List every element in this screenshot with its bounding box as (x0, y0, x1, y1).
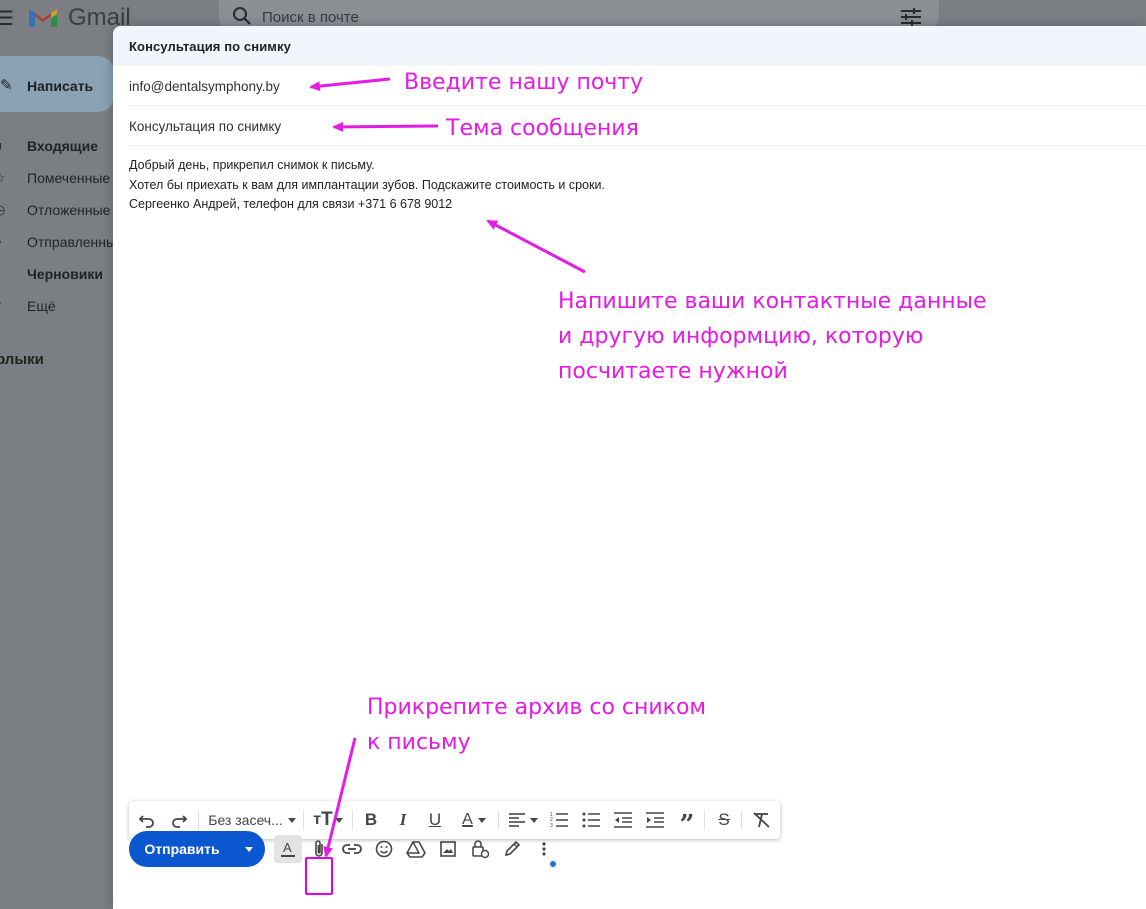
compose-header[interactable]: Консультация по снимку (113, 26, 1146, 66)
send-button[interactable]: Отправить (129, 831, 235, 867)
toolbar-divider (704, 810, 705, 830)
main-menu-icon[interactable]: ☰ (0, 6, 14, 31)
formatting-options-icon[interactable]: A (274, 835, 302, 863)
toolbar-divider (352, 810, 353, 830)
chevron-down-icon (245, 846, 253, 852)
font-family-select[interactable]: Без засеч... (205, 808, 299, 832)
underline-icon[interactable]: U (423, 808, 447, 832)
indent-less-icon[interactable] (611, 808, 635, 832)
annotation-attach: Прикрепите архив со сником к письму (367, 690, 706, 760)
annotation-email: Введите нашу почту (404, 70, 644, 95)
gmail-logo-icon (29, 9, 57, 27)
send-label: Отправить (144, 841, 220, 857)
redo-icon[interactable] (167, 808, 191, 832)
align-icon[interactable] (505, 808, 541, 832)
notification-dot (550, 861, 556, 867)
undo-icon[interactable] (135, 808, 159, 832)
annotation-line: Прикрепите архив со сником (367, 695, 707, 720)
compose-window: Консультация по снимку info@dentalsympho… (113, 26, 1146, 909)
text-color-icon[interactable]: A (455, 808, 493, 832)
confidential-icon[interactable] (466, 835, 494, 863)
nav-label: Отложенные (27, 202, 111, 218)
numbered-list-icon[interactable]: 123 (547, 808, 571, 832)
body-line: Добрый день, прикрепил снимок к письму. (129, 158, 375, 172)
toolbar-divider (303, 810, 304, 830)
attach-highlight-box (305, 857, 333, 895)
toolbar-divider (741, 810, 742, 830)
nav-label: Черновики (27, 266, 104, 282)
annotation-subject: Тема сообщения (446, 116, 639, 141)
search-options-icon[interactable] (900, 7, 922, 27)
search-placeholder[interactable]: Поиск в почте (262, 9, 359, 26)
nav-label: Ещё (27, 298, 56, 314)
quote-icon[interactable]: ” (675, 808, 699, 838)
font-family-value: Без засеч... (208, 812, 283, 828)
italic-icon[interactable]: I (391, 808, 415, 832)
chevron-down-icon: ˅ (0, 298, 8, 313)
compose-title: Консультация по снимку (129, 39, 291, 54)
clock-icon: ◷ (0, 202, 8, 218)
star-icon: ☆ (0, 170, 8, 186)
body-line: Сергеенко Андрей, телефон для связи +371… (129, 197, 453, 211)
pencil-icon: ✎ (0, 77, 13, 94)
drive-icon[interactable] (402, 835, 430, 863)
annotation-line: и другую информцию, которую (558, 324, 924, 349)
draft-icon: ▮ (0, 266, 8, 282)
link-icon[interactable] (338, 835, 366, 863)
svg-text:A: A (283, 840, 292, 855)
message-body[interactable]: Добрый день, прикрепил снимок к письму. … (129, 156, 1129, 215)
toolbar-divider (498, 810, 499, 830)
annotation-line: посчитаете нужной (558, 359, 788, 384)
nav-label: Помеченные (27, 170, 111, 186)
nav-label: Входящие (27, 138, 98, 154)
svg-text:3: 3 (550, 823, 553, 828)
toolbar-divider (198, 810, 199, 830)
indent-more-icon[interactable] (643, 808, 667, 832)
compose-label[interactable]: Написать (27, 78, 93, 94)
annotation-line: Напишите ваши контактные данные (558, 289, 987, 314)
inbox-icon: ■ (0, 138, 8, 153)
emoji-icon[interactable] (370, 835, 398, 863)
annotation-line: к письму (367, 730, 471, 755)
nav-label: Отправленные (27, 234, 124, 250)
photo-icon[interactable] (434, 835, 462, 863)
font-size-icon[interactable]: тT (309, 808, 347, 832)
bold-icon[interactable]: B (359, 808, 383, 832)
recipient-value[interactable]: info@dentalsymphony.by (129, 79, 280, 94)
subject-value[interactable]: Консультация по снимку (129, 119, 281, 134)
bulleted-list-icon[interactable] (579, 808, 603, 832)
labels-section-title: рлыки (0, 351, 44, 368)
remove-formatting-icon[interactable] (749, 808, 773, 832)
search-icon[interactable] (232, 6, 252, 26)
signature-icon[interactable] (498, 835, 526, 863)
more-options-icon[interactable] (530, 835, 558, 863)
strikethrough-icon[interactable]: S (712, 808, 736, 832)
annotation-contacts: Напишите ваши контактные данные и другую… (558, 284, 987, 389)
send-icon: > (0, 234, 8, 249)
body-line: Хотел бы приехать к вам для имплантации … (129, 177, 605, 192)
